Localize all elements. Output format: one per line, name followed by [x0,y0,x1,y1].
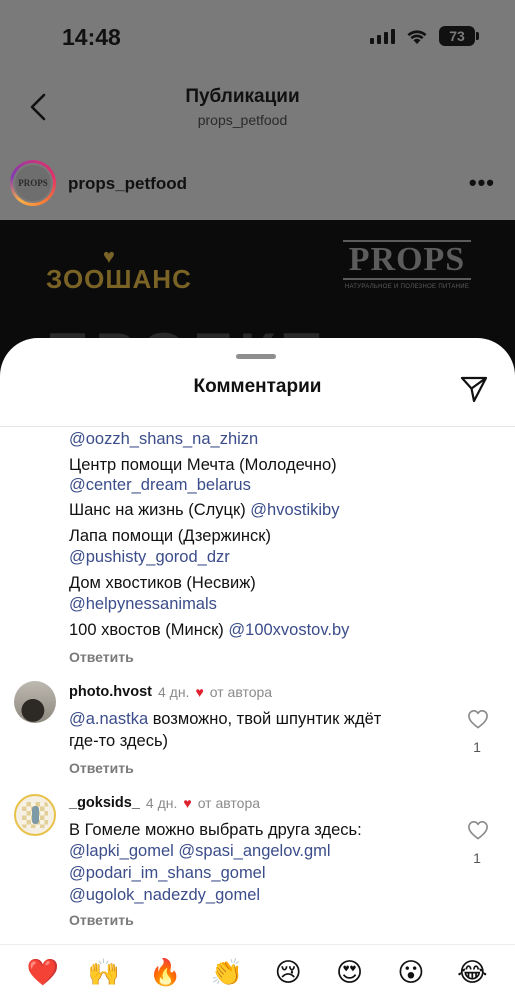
mention-link[interactable]: @podari_im_shans_gomel [69,864,266,882]
heart-outline-icon[interactable] [467,709,489,729]
sheet-grabber[interactable] [236,354,276,359]
reply-button[interactable]: Ответить [69,912,134,928]
wifi-icon [407,30,427,44]
mention-link[interactable]: @a.nastka [69,710,148,728]
battery-icon: 73 [439,26,479,46]
cellular-signal-icon [370,28,395,44]
props-logo: PROPS НАТУРАЛЬНОЕ И ПОЛЕЗНОЕ ПИТАНИЕ [343,240,471,290]
page-title: Публикации [185,86,300,107]
tears-of-joy-emoji[interactable]: 😂 [452,958,492,988]
nav-header: Публикации props_petfood [0,70,515,150]
post-avatar-logo: PROPS [13,163,53,203]
clapping-hands-emoji[interactable]: 👏 [207,958,247,988]
comment-line: @oozzh_shans_na_zhizn [69,428,258,450]
astonished-face-emoji[interactable]: 😮 [391,958,431,988]
comment-line: @center_dream_belarus [69,474,251,496]
sheet-divider [0,426,515,427]
comment-line: @a.nastka возможно, твой шпунтик ждёт [69,708,381,730]
comment-meta: _goksids_ 4 дн. ♥ от автора [69,795,260,811]
comment-text: 100 хвостов (Минск) [69,621,229,639]
page-subtitle: props_petfood [197,112,288,128]
mention-link[interactable]: @oozzh_shans_na_zhizn [69,430,258,448]
raising-hands-emoji[interactable]: 🙌 [84,958,124,988]
share-icon[interactable] [459,374,489,404]
comment-line: @ugolok_nadezdy_gomel [69,884,260,906]
post-username[interactable]: props_petfood [68,174,187,194]
like-count: 1 [473,739,481,755]
comment-meta: photo.hvost 4 дн. ♥ от автора [69,684,272,700]
status-icons: 73 [370,26,479,46]
emoji-reaction-bar: ❤️ 🙌 🔥 👏 😢 😍 😮 😂 [0,944,515,1000]
mention-link[interactable]: @100xvostov.by [228,621,349,639]
zooshans-logo: ЗООШАНС [46,264,192,294]
mention-link[interactable]: @helpynessanimals [69,595,217,613]
mention-link[interactable]: @lapki_gomel [69,842,174,860]
comment-line: Дом хвостиков (Несвиж) [69,574,256,592]
comment-username[interactable]: photo.hvost [69,684,152,700]
comments-sheet: Комментарии @oozzh_shans_na_zhizn Центр … [0,338,515,1000]
like-count: 1 [473,850,481,866]
avatar[interactable] [14,681,56,723]
reply-button[interactable]: Ответить [69,760,134,776]
comment-line: @pushisty_gorod_dzr [69,546,230,568]
comment-line: Лапа помощи (Дзержинск) [69,527,271,545]
mention-link[interactable]: @center_dream_belarus [69,476,251,494]
author-heart-icon: ♥ [195,684,204,700]
comment-line: Центр помощи Мечта (Молодечно) [69,456,337,474]
props-logo-text: PROPS [343,240,471,280]
comment-line: 100 хвостов (Минск) @100xvostov.by [69,619,349,641]
comment-line: Шанс на жизнь (Слуцк) @hvostikiby [69,499,339,521]
avatar[interactable] [14,794,56,836]
comment-line: @lapki_gomel @spasi_angelov.gml [69,840,331,862]
comment-line: В Гомеле можно выбрать друга здесь: [69,821,362,839]
post-avatar[interactable]: PROPS [10,160,56,206]
status-bar: 14:48 73 [0,0,515,70]
heart-eyes-emoji[interactable]: 😍 [330,958,370,988]
author-badge: от автора [197,795,261,811]
comment-time: 4 дн. [145,795,178,811]
comment-line: @podari_im_shans_gomel [69,862,266,884]
mention-link[interactable]: @hvostikiby [250,501,339,519]
mention-link[interactable]: @spasi_angelov.gml [178,842,330,860]
mention-link[interactable]: @ugolok_nadezdy_gomel [69,886,260,904]
heart-emoji[interactable]: ❤️ [23,958,63,988]
post-header: PROPS props_petfood ••• [0,150,515,220]
reply-button[interactable]: Ответить [69,649,134,665]
comment-username[interactable]: _goksids_ [69,795,140,811]
comment-text: Шанс на жизнь (Слуцк) [69,501,251,519]
more-options-icon[interactable]: ••• [469,170,495,196]
comment-line: где-то здесь) [69,732,169,750]
author-heart-icon: ♥ [183,795,192,811]
comment-time: 4 дн. [157,684,190,700]
comment-text: возможно, твой шпунтик ждёт [148,710,382,728]
fire-emoji[interactable]: 🔥 [145,958,185,988]
status-time: 14:48 [62,24,121,50]
heart-outline-icon[interactable] [467,820,489,840]
crying-face-emoji[interactable]: 😢 [268,958,308,988]
mention-link[interactable]: @pushisty_gorod_dzr [69,548,230,566]
comment-line: @helpynessanimals [69,593,217,615]
sheet-title: Комментарии [193,376,322,397]
author-badge: от автора [209,684,273,700]
props-logo-tagline: НАТУРАЛЬНОЕ И ПОЛЕЗНОЕ ПИТАНИЕ [344,284,470,290]
avatar-figure [32,806,39,824]
